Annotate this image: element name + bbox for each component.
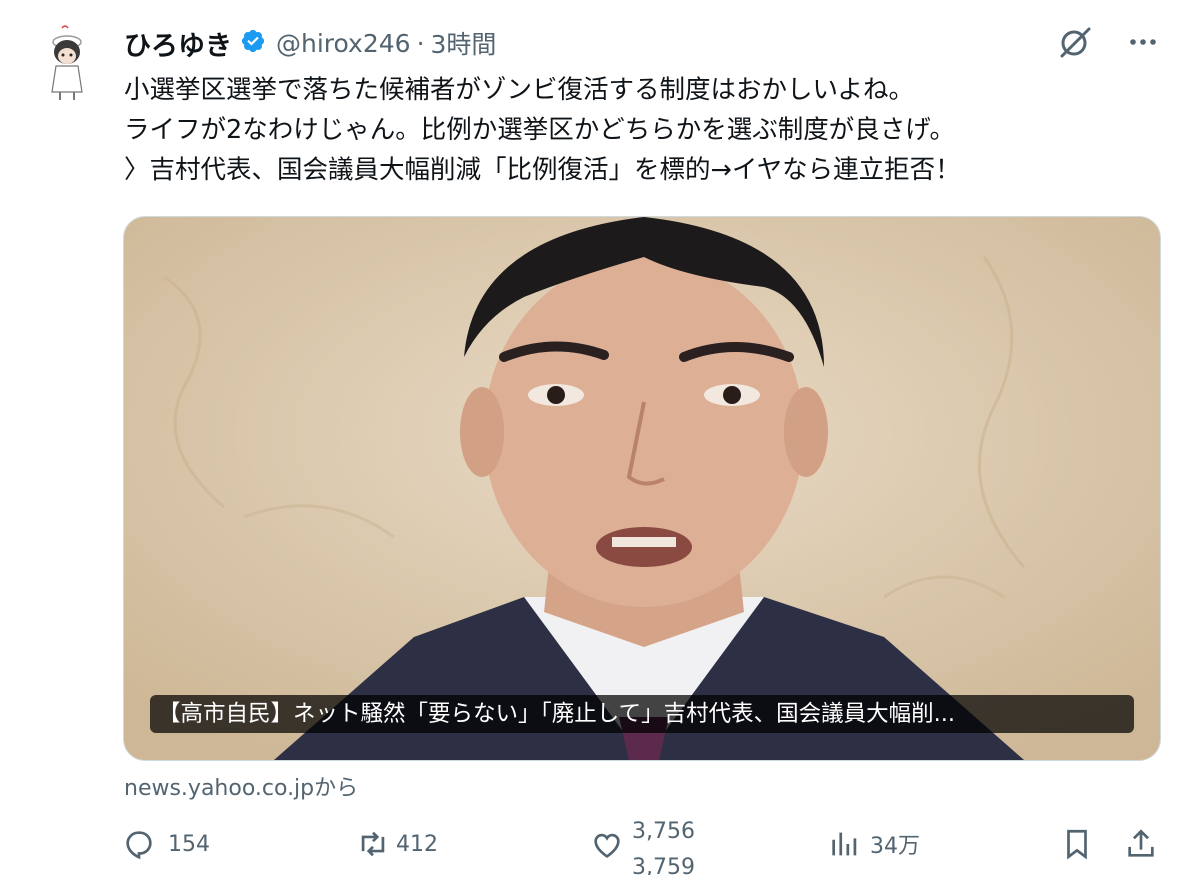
like-count-next: 3,759 — [632, 855, 695, 875]
views-count: 34万 — [870, 834, 920, 859]
card-title: 【高市自民】ネット騒然「要らない」「廃止して」吉村代表、国会議員大幅削... — [150, 695, 1134, 733]
separator-dot: · — [416, 28, 425, 58]
verified-badge-icon — [232, 28, 276, 58]
retweet-icon — [361, 831, 385, 857]
tweet-text: 小選挙区選挙で落ちた候補者がゾンビ復活する制度はおかしいよね。 ライフが2なわけ… — [124, 70, 1164, 190]
action-bar: 154 412 3,756 3,759 34万 — [0, 815, 1183, 875]
reply-icon — [126, 831, 152, 860]
share-button[interactable] — [1124, 827, 1158, 861]
like-icon — [594, 833, 620, 858]
grok-icon[interactable] — [1057, 24, 1127, 64]
more-icon[interactable] — [1127, 26, 1159, 62]
like-count-roller: 3,756 3,759 — [632, 815, 722, 875]
views-button[interactable]: 34万 — [828, 827, 920, 861]
retweet-count: 412 — [396, 831, 438, 857]
reply-count: 154 — [168, 831, 210, 857]
tweet-text-line: 〉吉村代表、国会議員大幅削減「比例復活」を標的→イヤなら連立拒否！ — [124, 155, 961, 185]
avatar[interactable] — [36, 22, 98, 102]
tweet-text-line: 小選挙区選挙で落ちた候補者がゾンビ復活する制度はおかしいよね。 — [124, 75, 914, 105]
link-card[interactable]: 【高市自民】ネット騒然「要らない」「廃止して」吉村代表、国会議員大幅削... — [123, 216, 1161, 761]
like-count: 3,756 — [632, 819, 695, 844]
user-handle[interactable]: @hirox246 — [276, 29, 411, 58]
link-source[interactable]: news.yahoo.co.jpから — [124, 770, 358, 802]
tweet-header: ひろゆき @hirox246 · 3時間 — [124, 22, 496, 64]
news-photo — [124, 217, 1160, 760]
reply-button[interactable]: 154 — [122, 827, 210, 861]
share-icon — [1128, 829, 1154, 857]
timestamp[interactable]: 3時間 — [431, 25, 497, 61]
retweet-button[interactable]: 412 — [356, 827, 438, 861]
bookmark-button[interactable] — [1060, 827, 1094, 861]
views-icon — [832, 832, 857, 856]
top-actions — [1057, 24, 1159, 64]
tweet-text-line: ライフが2なわけじゃん。比例か選挙区かどちらかを選ぶ制度が良さげ。 — [124, 115, 955, 145]
like-button[interactable]: 3,756 3,759 — [590, 815, 722, 875]
bookmark-icon — [1067, 829, 1087, 860]
display-name[interactable]: ひろゆき — [124, 24, 232, 63]
